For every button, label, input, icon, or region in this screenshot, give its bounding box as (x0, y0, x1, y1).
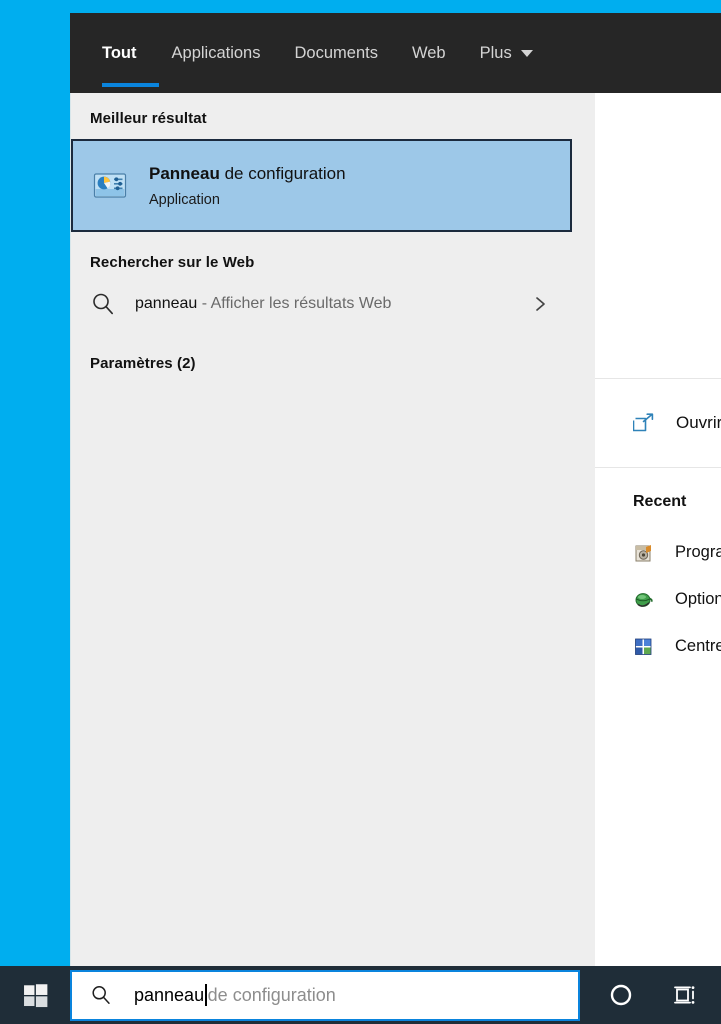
open-external-icon (632, 412, 655, 434)
tab-plus-label: Plus (479, 43, 512, 62)
best-result-subtitle: Application (149, 191, 220, 208)
internet-options-icon (633, 589, 655, 611)
cortana-button[interactable] (589, 966, 653, 1024)
tab-web-label: Web (411, 43, 446, 62)
recent-section: Recent Programmes et fonctionnalité (595, 468, 721, 966)
search-flyout-header: Tout Applications Documents Web Plus (70, 13, 721, 93)
tab-documents[interactable]: Documents (278, 13, 395, 93)
tab-active-underline (102, 83, 159, 87)
recent-item-network-center-label: Centre Réseau et partage (675, 637, 721, 655)
best-result-heading: Meilleur résultat (90, 110, 207, 127)
tab-tout-label: Tout (102, 43, 137, 62)
best-result-title: Panneau de configuration (149, 164, 346, 184)
chevron-down-icon (520, 49, 533, 57)
recent-item-programs[interactable]: Programmes et fonctionnalités (633, 529, 721, 576)
screen: Tout Applications Documents Web Plus Mei… (0, 0, 721, 1024)
tab-applications-label: Applications (171, 43, 261, 62)
task-view-button[interactable] (653, 966, 717, 1024)
settings-heading: Paramètres (2) (90, 355, 196, 372)
preview-pane: Ouvrir Recent Progra Option Centre (595, 93, 721, 966)
search-suggestion: de configuration (207, 984, 336, 1005)
search-flyout: Tout Applications Documents Web Plus Mei… (70, 13, 721, 966)
text-cursor (205, 984, 207, 1006)
web-search-suffix: - Afficher les résultats Web (197, 295, 392, 312)
search-typed-text: panneau de configuration (134, 984, 336, 1006)
best-result-title-match: Panneau (149, 163, 220, 183)
web-search-label: panneau - Afficher les résultats Web (135, 295, 532, 313)
web-search-result[interactable]: panneau - Afficher les résultats Web (71, 280, 580, 328)
open-action-row[interactable]: Ouvrir (595, 379, 721, 467)
recent-item-internet-options[interactable]: Options Internet (633, 576, 721, 623)
recent-item-programs-label: Programmes et fonctionnalités (675, 543, 721, 561)
network-center-icon (633, 636, 655, 658)
best-result-title-rest: de configuration (219, 163, 346, 183)
tab-web[interactable]: Web (395, 13, 463, 93)
control-panel-icon (93, 169, 127, 203)
start-button[interactable] (0, 966, 70, 1024)
recent-heading: Recent (633, 493, 687, 510)
tab-tout[interactable]: Tout (102, 13, 159, 93)
recent-item-internet-options-label: Options Internet (675, 590, 721, 608)
search-tabs: Tout Applications Documents Web Plus (70, 13, 721, 93)
programs-features-icon (633, 542, 655, 564)
best-result-texts: Panneau de configuration Application (149, 164, 346, 208)
search-flyout-body: Meilleur résultat Panneau de configurati… (70, 93, 721, 966)
web-search-heading: Rechercher sur le Web (90, 254, 255, 271)
open-action-label: Ouvrir (676, 413, 721, 432)
taskbar: panneau de configuration (0, 966, 721, 1024)
best-result-item[interactable]: Panneau de configuration Application (71, 139, 572, 232)
search-icon (90, 984, 112, 1006)
search-typed-value: panneau (134, 984, 205, 1005)
search-input[interactable]: panneau de configuration (70, 969, 580, 1021)
recent-item-network-center[interactable]: Centre Réseau et partage (633, 623, 721, 670)
tab-plus[interactable]: Plus (463, 13, 550, 93)
tab-documents-label: Documents (294, 43, 378, 62)
search-icon (90, 291, 116, 317)
web-search-query: panneau (135, 295, 198, 312)
pane-gap (580, 93, 595, 966)
tab-applications[interactable]: Applications (155, 13, 278, 93)
preview-hero (595, 93, 721, 378)
results-pane: Meilleur résultat Panneau de configurati… (70, 93, 580, 966)
chevron-right-icon[interactable] (532, 296, 548, 312)
